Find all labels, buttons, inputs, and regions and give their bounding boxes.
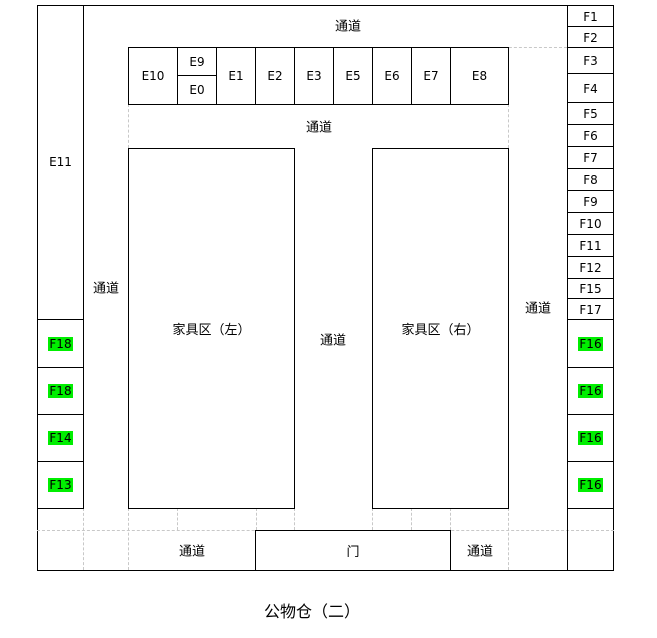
cell-label: E10 — [141, 69, 165, 83]
aisle-label-top: 通道 — [334, 19, 362, 35]
guide-line — [508, 508, 509, 570]
aisle-label-right: 通道 — [524, 301, 552, 317]
cell-label: E9 — [189, 54, 205, 69]
guide-line — [294, 508, 295, 530]
cell-f16: F16 — [567, 367, 614, 415]
cell-f13: F13 — [37, 461, 84, 509]
cell-label: F13 — [48, 478, 73, 492]
zone-label: 家具区（左） — [172, 323, 251, 338]
cell-f-right: F8 — [567, 168, 614, 192]
cell-f-right: F2 — [567, 26, 614, 49]
cell-e10: E10 — [128, 47, 178, 105]
cell-label: F7 — [583, 151, 598, 165]
cell-e6: E6 — [372, 47, 412, 105]
zone-label: 家具区（右） — [401, 323, 480, 338]
cell-label: F5 — [583, 107, 598, 121]
cell-label: F3 — [583, 54, 598, 68]
cell-f-right: F7 — [567, 146, 614, 170]
cell-f-right: F5 — [567, 102, 614, 126]
cell-label: F16 — [578, 384, 603, 398]
cell-label: F6 — [583, 129, 598, 143]
cell-e2: E2 — [255, 47, 295, 105]
cell-f-right: F11 — [567, 234, 614, 258]
cell-label: F17 — [579, 302, 602, 317]
guide-line — [177, 508, 178, 530]
zone-furniture-left: 家具区（左） — [128, 148, 295, 509]
guide-line — [450, 508, 451, 530]
cell-label: F4 — [583, 81, 598, 96]
cell-f16: F16 — [567, 414, 614, 462]
cell-f-right: F4 — [567, 73, 614, 104]
cell-f16: F16 — [567, 461, 614, 509]
zone-furniture-right: 家具区（右） — [372, 148, 509, 509]
cell-label: E5 — [345, 69, 361, 83]
door: 门 — [255, 530, 451, 571]
cell-f18-b: F18 — [37, 367, 84, 415]
cell-label: F14 — [48, 431, 73, 445]
cell-label: E3 — [306, 69, 322, 83]
aisle-label-bottom-left: 通道 — [178, 544, 206, 560]
guide-line — [128, 104, 129, 148]
cell-f16: F16 — [567, 319, 614, 368]
cell-f-right: F6 — [567, 124, 614, 148]
cell-f18-a: F18 — [37, 319, 84, 368]
cell-e9: E9 — [177, 47, 217, 76]
guide-line — [508, 104, 509, 148]
cell-label: E7 — [423, 69, 439, 83]
aisle-label-center: 通道 — [319, 333, 347, 349]
cell-e11-label: E11 — [49, 155, 72, 169]
cell-label: F16 — [578, 431, 603, 445]
cell-label: F2 — [583, 30, 598, 45]
cell-e5: E5 — [333, 47, 373, 105]
diagram-title: 公物仓（二） — [263, 602, 361, 621]
cell-label: F9 — [583, 195, 598, 209]
cell-f14: F14 — [37, 414, 84, 462]
cell-e7: E7 — [411, 47, 451, 105]
cell-f-right: F3 — [567, 47, 614, 75]
cell-label: E1 — [228, 69, 244, 83]
aisle-label-left: 通道 — [92, 281, 120, 297]
cell-label: F15 — [579, 282, 602, 296]
cell-e11: E11 — [37, 5, 84, 320]
cell-label: F18 — [48, 384, 73, 398]
door-label: 门 — [346, 545, 360, 560]
cell-f-right: F10 — [567, 212, 614, 236]
guide-line — [411, 508, 412, 530]
cell-f-right: F12 — [567, 256, 614, 280]
guide-line — [83, 508, 84, 570]
guide-line — [372, 508, 373, 530]
cell-label: E6 — [384, 69, 400, 83]
guide-line — [128, 508, 129, 570]
cell-label: F10 — [579, 217, 602, 231]
aisle-label-mid: 通道 — [305, 120, 333, 136]
cell-label: F11 — [579, 239, 602, 253]
cell-label: F8 — [583, 173, 598, 187]
cell-label: F18 — [48, 336, 73, 351]
aisle-label-bottom-right: 通道 — [466, 544, 494, 560]
cell-f-right: F9 — [567, 190, 614, 214]
cell-e1: E1 — [216, 47, 256, 105]
cell-label: F1 — [583, 9, 598, 24]
cell-label: E2 — [267, 69, 283, 83]
cell-f-right: F17 — [567, 298, 614, 321]
cell-f-right: F15 — [567, 278, 614, 300]
cell-f-right: F1 — [567, 5, 614, 28]
cell-label: E8 — [471, 69, 488, 83]
cell-label: F16 — [578, 336, 603, 351]
cell-e0: E0 — [177, 75, 217, 105]
cell-label: F16 — [578, 478, 603, 492]
guide-line — [256, 508, 257, 530]
cell-label: F12 — [579, 261, 602, 275]
cell-e8: E8 — [450, 47, 509, 105]
cell-e3: E3 — [294, 47, 334, 105]
cell-label: E0 — [189, 83, 205, 97]
